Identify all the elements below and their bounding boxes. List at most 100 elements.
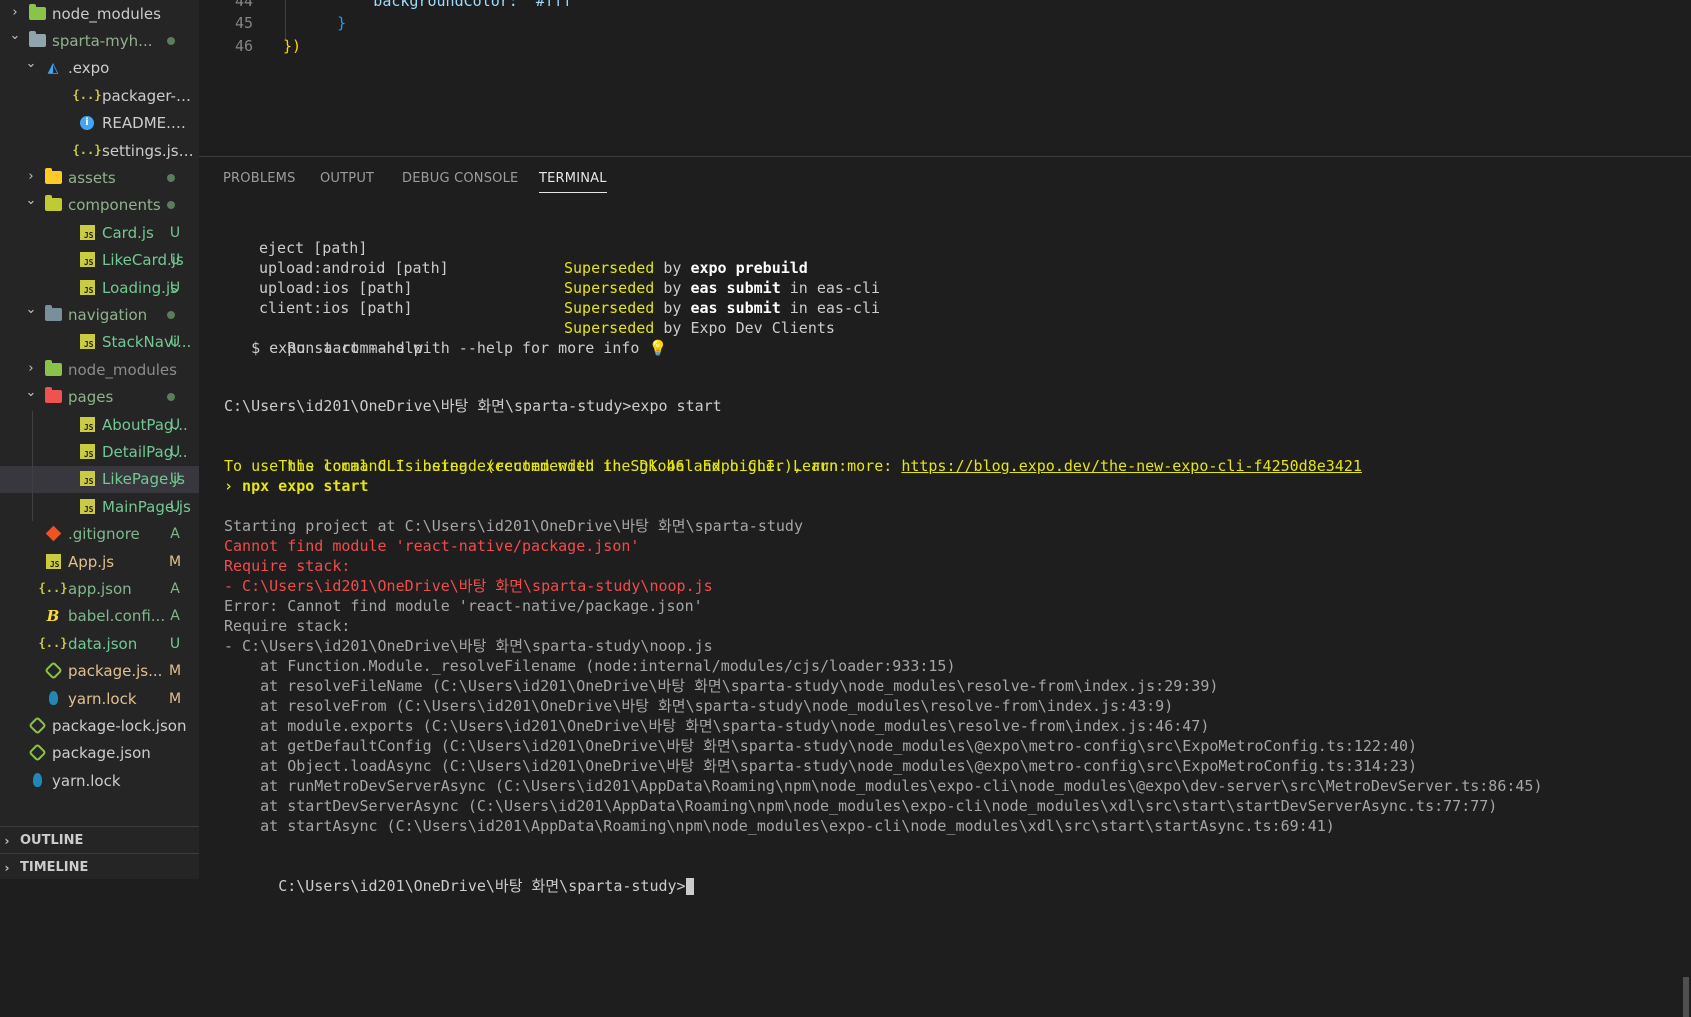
panel-tab-bar: PROBLEMS OUTPUT DEBUG CONSOLE TERMINAL bbox=[199, 157, 1691, 197]
info-icon: i bbox=[78, 114, 96, 132]
nodejs-icon bbox=[43, 661, 63, 680]
tree-item[interactable]: ⌄ navigation bbox=[0, 301, 199, 328]
json-icon: {..} bbox=[72, 143, 102, 157]
superseded-text: Superseded bbox=[564, 259, 655, 277]
tree-item[interactable]: JS Loading.js U bbox=[0, 274, 199, 301]
chevron-down-icon[interactable]: ⌄ bbox=[25, 385, 37, 401]
terminal-scrollbar[interactable] bbox=[1683, 977, 1689, 1017]
tree-item[interactable]: JS DetailPag... U bbox=[0, 438, 199, 465]
tab-problems[interactable]: PROBLEMS bbox=[223, 171, 296, 192]
tree-item-label: sparta-myh... bbox=[52, 31, 153, 50]
tree-item[interactable]: JS LikePage.js U bbox=[0, 465, 199, 493]
learn-more-link[interactable]: https://blog.expo.dev/the-new-expo-cli-f… bbox=[901, 457, 1362, 475]
js-icon: JS bbox=[78, 223, 96, 241]
tree-item-label: node_modules bbox=[52, 4, 161, 23]
tree-item-label: README.md bbox=[102, 114, 194, 133]
editor-line: 46 }) bbox=[199, 37, 1691, 59]
terminal-prompt-current: C:\Users\id201\OneDrive\바탕 화면\sparta-stu… bbox=[224, 856, 694, 895]
suffix-text: in eas-cli bbox=[780, 299, 881, 317]
chevron-right-icon[interactable]: › bbox=[9, 5, 21, 21]
tree-item[interactable]: JS MainPage.js U bbox=[0, 493, 199, 520]
folder-navigation-icon bbox=[44, 304, 62, 323]
json-icon: {..} bbox=[38, 636, 68, 651]
git-status-badge: U bbox=[169, 635, 181, 652]
tree-item[interactable]: JS LikeCard.js U bbox=[0, 247, 199, 274]
tree-item-label: packager-info.j... bbox=[102, 86, 194, 105]
js-icon: JS bbox=[78, 278, 96, 296]
by-text: by bbox=[654, 299, 691, 317]
git-status-badge: U bbox=[169, 224, 181, 241]
chevron-right-icon[interactable]: › bbox=[25, 169, 37, 185]
by-text: by bbox=[654, 279, 691, 297]
tree-item[interactable]: package.json bbox=[0, 740, 199, 767]
js-icon: JS bbox=[78, 497, 96, 515]
error-line: Require stack: bbox=[224, 557, 351, 575]
tree-item-label: package.js... bbox=[68, 662, 163, 681]
tree-item-label: package-lock.json bbox=[52, 716, 187, 735]
tree-item[interactable]: JS StackNavi... U bbox=[0, 329, 199, 356]
chevron-right-icon: › bbox=[4, 860, 10, 875]
tab-debug-console[interactable]: DEBUG CONSOLE bbox=[402, 171, 518, 192]
chevron-down-icon[interactable]: ⌄ bbox=[9, 28, 21, 44]
tree-item[interactable]: .gitignore A bbox=[0, 521, 199, 548]
explorer-sidebar: › node_modules ⌄ sparta-myh... ⌄ ◭ .expo {..} pa… bbox=[0, 0, 199, 879]
tree-item-label: node_modules bbox=[68, 360, 177, 379]
tree-item[interactable]: {..} app.json A bbox=[0, 575, 199, 602]
tree-item[interactable]: yarn.lock bbox=[0, 767, 199, 794]
code-editor[interactable]: 44 backgroundColor: '#fff' 45 } 46 }) bbox=[199, 0, 1691, 152]
stack-trace-line: at Function.Module._resolveFilename (nod… bbox=[224, 657, 956, 675]
tree-item[interactable]: ⌄ pages bbox=[0, 384, 199, 411]
folder-assets-icon bbox=[44, 167, 62, 186]
git-status-badge: A bbox=[170, 608, 180, 625]
folder-pages-icon bbox=[44, 387, 62, 406]
tab-output[interactable]: OUTPUT bbox=[320, 171, 374, 192]
tree-item[interactable]: {..}packager-info.j... bbox=[0, 82, 199, 109]
terminal-prompt: C:\Users\id201\OneDrive\바탕 화면\sparta-stu… bbox=[224, 397, 722, 415]
tree-item[interactable]: {..} settings.json bbox=[0, 137, 199, 164]
folder-components-icon bbox=[44, 195, 62, 214]
tree-item[interactable]: yarn.lock M bbox=[0, 685, 199, 712]
stack-trace-line: Error: Cannot find module 'react-native/… bbox=[224, 597, 703, 615]
git-status-badge: U bbox=[169, 416, 181, 433]
indent-guide bbox=[32, 411, 33, 521]
stack-trace-line: at resolveFrom (C:\Users\id201\OneDrive\… bbox=[224, 697, 1174, 715]
tree-item[interactable]: › assets bbox=[0, 164, 199, 191]
warning-line: This command is being executed with the … bbox=[224, 436, 1362, 475]
tree-item[interactable]: package-lock.json bbox=[0, 712, 199, 739]
chevron-down-icon[interactable]: ⌄ bbox=[25, 193, 37, 209]
suggested-command: › npx expo start bbox=[224, 477, 369, 495]
tree-item[interactable]: ⌄ sparta-myh... bbox=[0, 27, 199, 54]
tree-item[interactable]: › node_modules bbox=[0, 0, 199, 27]
git-status-badge: M bbox=[168, 690, 182, 707]
stack-trace-line: at module.exports (C:\Users\id201\OneDri… bbox=[224, 717, 1210, 735]
tree-item[interactable]: ⌄ components bbox=[0, 192, 199, 219]
tree-item[interactable]: JS Card.js U bbox=[0, 219, 199, 246]
git-status-badge: U bbox=[169, 279, 181, 296]
replacement-text: eas submit bbox=[690, 279, 781, 297]
nodejs-icon bbox=[27, 716, 47, 735]
tree-item-label: Card.js bbox=[102, 223, 154, 242]
tree-item[interactable]: › node_modules bbox=[0, 356, 199, 383]
tree-item[interactable]: package.js... M bbox=[0, 658, 199, 685]
git-status-dot bbox=[167, 173, 175, 182]
tree-item-label: navigation bbox=[68, 305, 148, 324]
chevron-down-icon[interactable]: ⌄ bbox=[25, 302, 37, 318]
help-row: client:ios [path] Superseded by Expo Dev… bbox=[224, 278, 835, 337]
timeline-section-header[interactable]: › TIMELINE bbox=[0, 853, 199, 879]
git-status-badge: A bbox=[170, 580, 180, 597]
tree-item[interactable]: JS AboutPag... U bbox=[0, 411, 199, 438]
tree-item[interactable]: {..} data.json U bbox=[0, 630, 199, 657]
tree-item[interactable]: JS App.js M bbox=[0, 548, 199, 575]
help-example: $ expo start --help bbox=[224, 339, 423, 357]
git-status-badge: M bbox=[168, 663, 182, 680]
folder-node-icon bbox=[28, 3, 46, 22]
tab-terminal[interactable]: TERMINAL bbox=[539, 171, 607, 193]
outline-section-header[interactable]: › OUTLINE bbox=[0, 826, 199, 854]
tree-item[interactable]: Bbabel.confi... A bbox=[0, 603, 199, 630]
chevron-down-icon[interactable]: ⌄ bbox=[25, 56, 37, 72]
suffix-text: Expo Dev Clients bbox=[690, 319, 835, 337]
tree-item[interactable]: i README.md bbox=[0, 110, 199, 137]
outline-label: OUTLINE bbox=[20, 833, 84, 848]
chevron-right-icon[interactable]: › bbox=[25, 361, 37, 377]
tree-item[interactable]: ⌄ ◭ .expo bbox=[0, 55, 199, 82]
